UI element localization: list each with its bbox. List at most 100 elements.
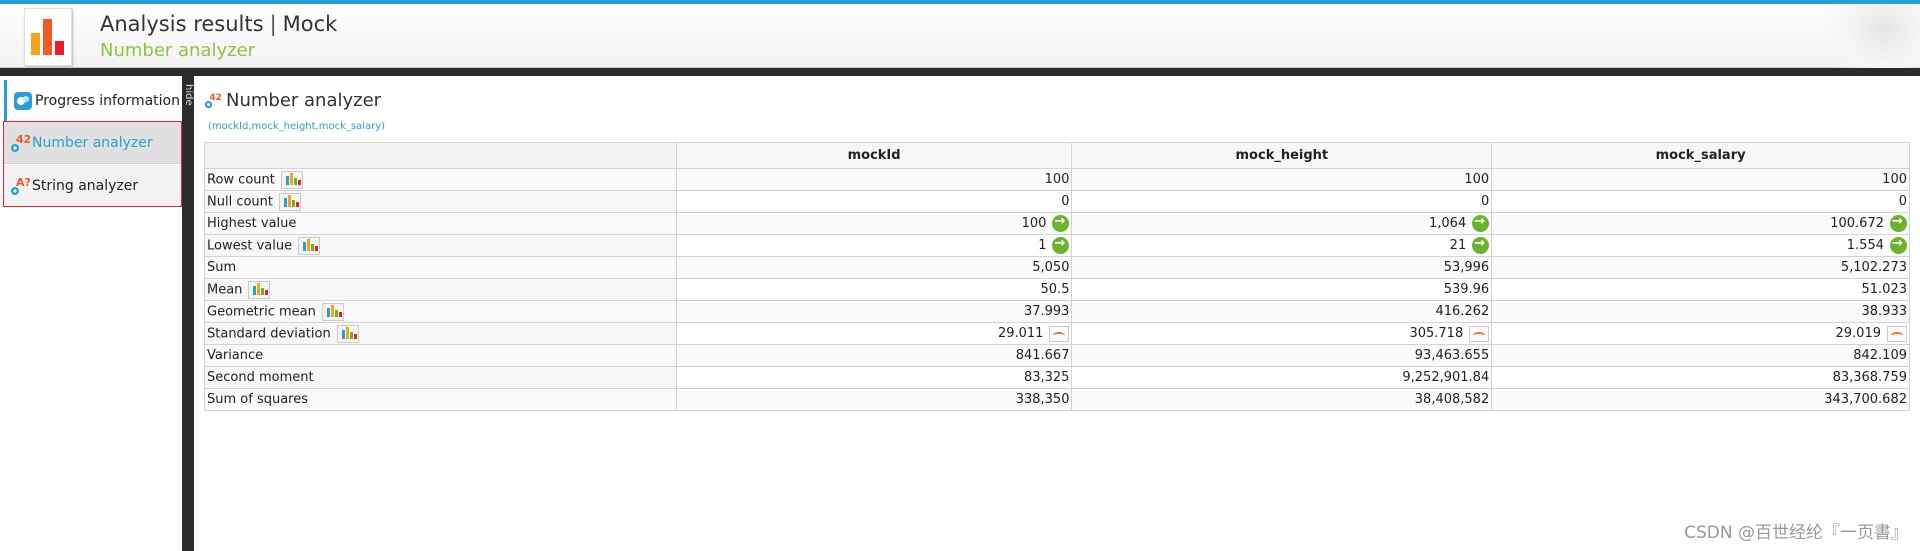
drill-to-detail-icon[interactable]	[1052, 236, 1070, 254]
cell-value: 83,368.759	[1832, 370, 1907, 385]
sidebar-item-label: String analyzer	[32, 177, 139, 194]
cell-value: 1,064	[1429, 216, 1467, 231]
value-cell: 5,050	[675, 256, 1073, 279]
bar-chart-icon[interactable]	[279, 192, 301, 211]
value-cell: 0	[675, 190, 1073, 213]
results-table: mockId mock_height mock_salary Row count…	[204, 142, 1910, 411]
cell-value: 100	[1882, 172, 1907, 187]
table-header-row: mockId mock_height mock_salary	[204, 142, 1910, 169]
cell-value: 51.023	[1861, 282, 1908, 297]
watermark: CSDN @百世经纶『一页書』	[1684, 523, 1908, 543]
cell-value: 93,463.655	[1414, 348, 1490, 363]
value-cell: 1.554	[1491, 234, 1910, 257]
distribution-chart-icon[interactable]	[1049, 325, 1070, 342]
header: Analysis results | Mock Number analyzer	[0, 4, 1920, 68]
table-row: Sum of squares 338,350 38,408,582 343,700.6…	[204, 388, 1910, 411]
row-label-cell: Highest value	[204, 212, 677, 235]
row-label-cell: Sum of squares	[204, 388, 677, 411]
column-header: mock_height	[1071, 142, 1493, 169]
cell-value: 305.718	[1409, 326, 1464, 341]
row-label-cell: Sum	[204, 256, 677, 279]
app-logo	[24, 8, 72, 66]
header-divider-bar	[0, 68, 1920, 76]
cell-value: 841.667	[1015, 348, 1070, 363]
value-cell: 53,996	[1071, 256, 1493, 279]
value-cell: 5,102.273	[1491, 256, 1910, 279]
cell-value: 338,350	[1015, 392, 1070, 407]
value-cell: 37.993	[675, 300, 1073, 323]
bar-chart-icon[interactable]	[321, 302, 344, 321]
sidebar-item-progress-information[interactable]: Progress information	[4, 80, 182, 122]
sidebar-item-number-analyzer[interactable]: 42 Number analyzer	[4, 122, 182, 164]
bar-chart-icon[interactable]	[336, 324, 359, 343]
value-cell: 1,064	[1071, 212, 1493, 235]
bar-chart-icon[interactable]	[298, 236, 321, 255]
value-cell: 93,463.655	[1071, 344, 1493, 367]
value-cell: 416.262	[1071, 300, 1493, 323]
value-cell: 0	[1491, 190, 1910, 213]
cell-value: 100	[1021, 216, 1047, 231]
row-label-cell: Geometric mean	[204, 300, 677, 323]
sidebar-splitter[interactable]: hide	[182, 76, 194, 551]
row-label-cell: Lowest value	[204, 234, 677, 257]
row-label-cell: Variance	[204, 344, 677, 367]
page-title-text: Analysis results	[100, 12, 264, 36]
cell-value: 29.019	[1835, 326, 1882, 341]
row-label-cell: Second moment	[204, 366, 677, 389]
analyzed-columns-link[interactable]: (mockId,mock_height,mock_salary)	[208, 121, 385, 132]
table-row: Variance 841.667 93,463.655 842.109	[204, 344, 1910, 367]
value-cell: 100	[1071, 168, 1493, 191]
column-header: mockId	[675, 142, 1073, 169]
drill-to-detail-icon[interactable]	[1052, 214, 1070, 232]
cell-value: 83,325	[1023, 370, 1070, 385]
sidebar-item-label: Number analyzer	[32, 134, 153, 151]
hide-sidebar-toggle[interactable]: hide	[182, 84, 194, 106]
sidebar-item-label: Progress information	[35, 92, 180, 109]
panel-title: 42 Number analyzer	[204, 90, 381, 111]
row-label: Geometric mean	[207, 304, 316, 319]
table-row: Null count 0 0 0	[204, 190, 1910, 213]
string-analyzer-icon: A?	[11, 176, 30, 195]
cell-value: 50.5	[1040, 282, 1070, 297]
cell-value: 1	[1038, 238, 1047, 253]
value-cell: 29.011	[675, 322, 1073, 345]
drill-to-detail-icon[interactable]	[1472, 214, 1490, 232]
job-name: Mock	[282, 12, 338, 36]
cell-value: 5,050	[1032, 260, 1070, 275]
sidebar-item-string-analyzer[interactable]: A? String analyzer	[4, 165, 182, 207]
table-row: Highest value 100 1,064 100.672	[204, 212, 1910, 235]
table-row: Standard deviation 29.011 305.718 29.019	[204, 322, 1910, 345]
value-cell: 539.96	[1071, 278, 1493, 301]
value-cell: 38,408,582	[1071, 388, 1493, 411]
cell-value: 539.96	[1443, 282, 1490, 297]
drill-to-detail-icon[interactable]	[1890, 214, 1907, 232]
distribution-chart-icon[interactable]	[1469, 325, 1490, 342]
header-corner-cell	[204, 142, 677, 169]
cell-value: 100	[1464, 172, 1490, 187]
value-cell: 100.672	[1491, 212, 1910, 235]
cell-value: 842.109	[1853, 348, 1907, 363]
cell-value: 0	[1898, 194, 1907, 209]
value-cell: 83,325	[675, 366, 1073, 389]
column-header: mock_salary	[1491, 142, 1910, 169]
drill-to-detail-icon[interactable]	[1890, 236, 1907, 254]
title-separator: |	[269, 12, 277, 36]
bar-chart-icon[interactable]	[248, 280, 271, 299]
page-title: Analysis results | Mock	[100, 12, 337, 36]
value-cell: 100	[675, 212, 1073, 235]
value-cell: 1	[675, 234, 1073, 257]
cell-value: 0	[1480, 194, 1490, 209]
distribution-chart-icon[interactable]	[1887, 325, 1907, 342]
value-cell: 9,252,901.84	[1071, 366, 1493, 389]
table-row: Lowest value 1 21 1.554	[204, 234, 1910, 257]
row-label-cell: Row count	[204, 168, 677, 191]
cell-value: 343,700.682	[1824, 392, 1907, 407]
cell-value: 416.262	[1435, 304, 1490, 319]
table-row: Sum 5,050 53,996 5,102.273	[204, 256, 1910, 279]
bar-chart-icon[interactable]	[280, 170, 303, 189]
value-cell: 0	[1071, 190, 1493, 213]
value-cell: 83,368.759	[1491, 366, 1910, 389]
cell-value: 0	[1061, 194, 1070, 209]
row-label-cell: Standard deviation	[204, 322, 677, 345]
drill-to-detail-icon[interactable]	[1472, 236, 1490, 254]
